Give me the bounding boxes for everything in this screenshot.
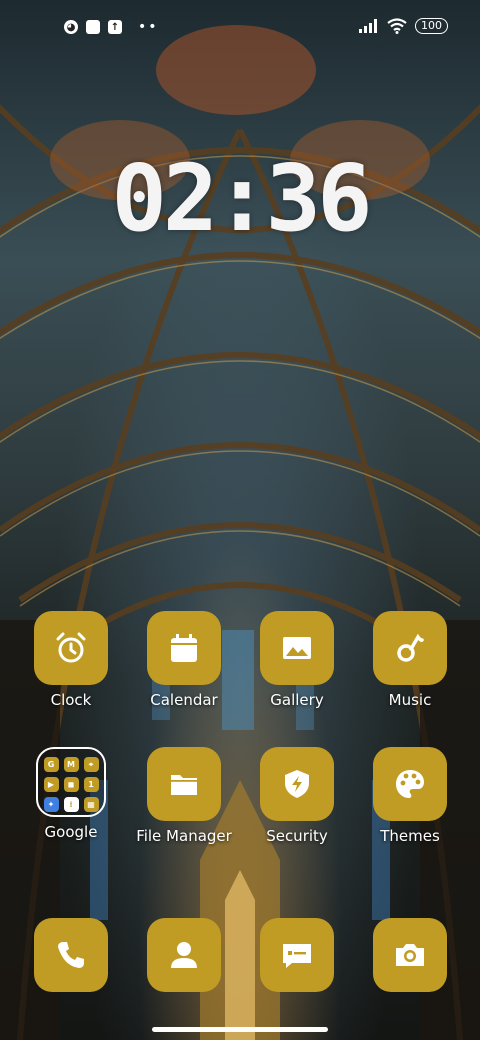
home-indicator[interactable] xyxy=(152,1027,328,1032)
folder-icon[interactable]: G M ⌖ ▶ ◼ 1 ✦ ⁞ ▦ xyxy=(36,747,106,817)
status-bar: ◕ ↑ •• 100 xyxy=(0,0,480,56)
app-tile[interactable] xyxy=(260,611,334,685)
app-label: File Manager xyxy=(136,827,232,845)
messages-icon xyxy=(283,944,311,968)
dock-camera[interactable] xyxy=(354,918,466,992)
app-tile[interactable] xyxy=(260,918,334,992)
app-themes[interactable]: Themes xyxy=(354,747,466,845)
signal-icon xyxy=(359,19,377,33)
gmail-mini-icon: M xyxy=(63,757,79,772)
app-calendar[interactable]: Calendar xyxy=(128,611,240,709)
camera-icon xyxy=(396,944,424,966)
messenger-icon: ◕ xyxy=(64,20,78,34)
meet-mini-icon: ◼ xyxy=(63,777,79,792)
assistant-mini-icon: ✦ xyxy=(43,797,59,812)
alarm-clock-icon xyxy=(56,632,86,663)
phone-icon xyxy=(58,942,84,968)
contacts-icon xyxy=(171,942,197,968)
one-mini-icon: 1 xyxy=(83,777,99,792)
app-label: Gallery xyxy=(270,691,324,709)
app-label: Themes xyxy=(380,827,440,845)
app-tile[interactable] xyxy=(147,918,221,992)
app-label: Security xyxy=(266,827,328,845)
palette-icon xyxy=(396,770,424,798)
app-tile[interactable] xyxy=(373,747,447,821)
google-mini-icon: G xyxy=(43,757,59,772)
youtube-mini-icon: ▶ xyxy=(43,777,59,792)
photos-mini-icon: ⁞ xyxy=(63,797,79,812)
app-label: Calendar xyxy=(150,691,218,709)
dock-contacts[interactable] xyxy=(128,918,240,992)
app-tile[interactable] xyxy=(147,747,221,821)
clock-widget[interactable]: 02:36 xyxy=(0,145,480,252)
folder-icon xyxy=(171,775,197,795)
app-tile[interactable] xyxy=(373,611,447,685)
app-tile[interactable] xyxy=(147,611,221,685)
shield-icon xyxy=(285,770,309,798)
app-label: Clock xyxy=(50,691,92,709)
battery-indicator: 100 xyxy=(415,18,448,34)
calendar-icon xyxy=(171,634,197,662)
folder-google[interactable]: G M ⌖ ▶ ◼ 1 ✦ ⁞ ▦ Google xyxy=(15,747,127,841)
home-screen: ◕ ↑ •• 100 02:36 Clock Calendar Gallery … xyxy=(0,0,480,1040)
app-gallery[interactable]: Gallery xyxy=(241,611,353,709)
tv-mini-icon: ▦ xyxy=(83,797,99,812)
app-clock[interactable]: Clock xyxy=(15,611,127,709)
app-tile[interactable] xyxy=(373,918,447,992)
app-tile[interactable] xyxy=(260,747,334,821)
more-notifications-icon: •• xyxy=(138,19,159,35)
app-tile[interactable] xyxy=(34,918,108,992)
app-music[interactable]: Music xyxy=(354,611,466,709)
wifi-icon xyxy=(387,18,407,34)
image-icon xyxy=(283,637,311,659)
app-tile[interactable] xyxy=(34,611,108,685)
upload-icon: ↑ xyxy=(108,20,122,34)
app-label: Google xyxy=(44,823,98,841)
app-label: Music xyxy=(388,691,432,709)
square-icon xyxy=(86,20,100,34)
music-note-icon xyxy=(397,633,424,662)
dock-phone[interactable] xyxy=(15,918,127,992)
maps-mini-icon: ⌖ xyxy=(83,757,99,772)
app-file-manager[interactable]: File Manager xyxy=(128,747,240,845)
dock-messages[interactable] xyxy=(241,918,353,992)
app-security[interactable]: Security xyxy=(241,747,353,845)
